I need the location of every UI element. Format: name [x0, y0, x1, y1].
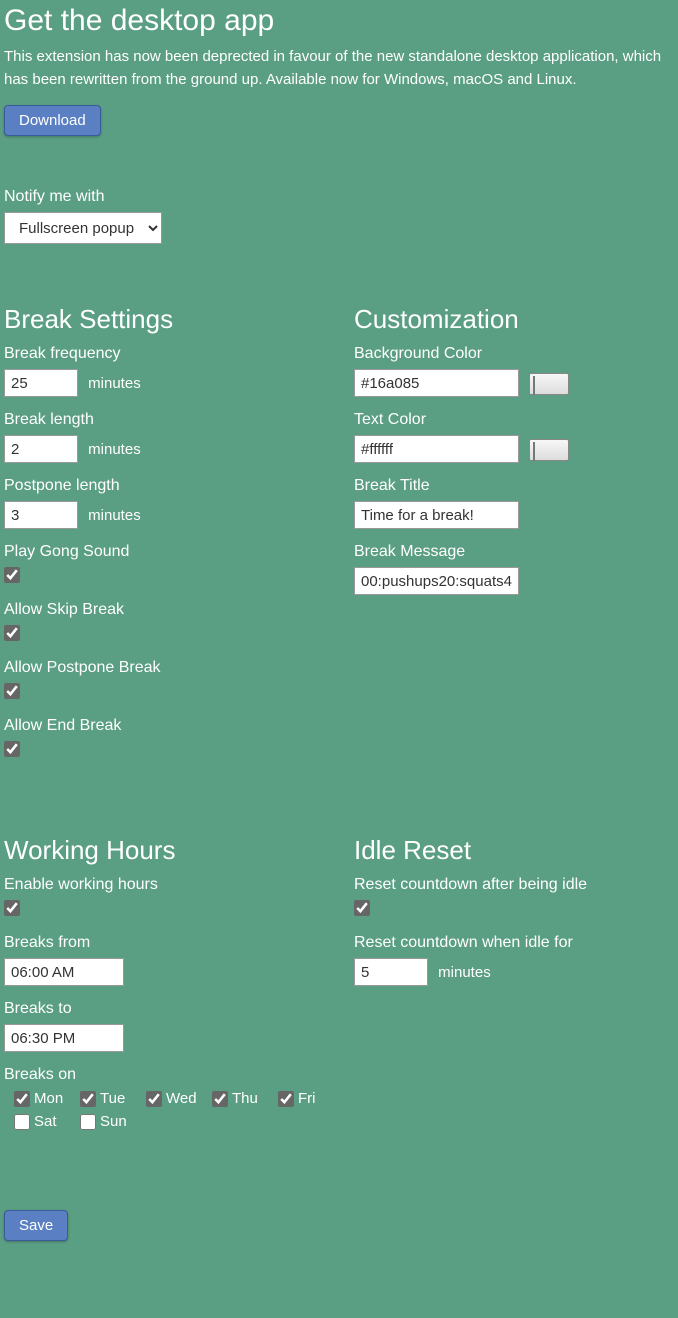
enable-working-hours-label: Enable working hours: [4, 876, 354, 894]
day-thu-checkbox[interactable]: [212, 1091, 228, 1107]
allow-end-label: Allow End Break: [4, 717, 354, 735]
breaks-to-input[interactable]: [4, 1024, 124, 1052]
notify-label: Notify me with: [4, 188, 674, 206]
break-length-input[interactable]: [4, 435, 78, 463]
allow-postpone-checkbox[interactable]: [4, 683, 20, 699]
break-frequency-label: Break frequency: [4, 345, 354, 363]
download-button[interactable]: Download: [4, 105, 101, 136]
break-frequency-input[interactable]: [4, 369, 78, 397]
day-fri-label: Fri: [298, 1090, 316, 1107]
break-message-input[interactable]: [354, 567, 519, 595]
allow-skip-label: Allow Skip Break: [4, 601, 354, 619]
postpone-length-label: Postpone length: [4, 477, 354, 495]
break-message-label: Break Message: [354, 543, 678, 561]
bg-color-label: Background Color: [354, 345, 678, 363]
customization-heading: Customization: [354, 304, 678, 335]
play-gong-label: Play Gong Sound: [4, 543, 354, 561]
break-title-input[interactable]: [354, 501, 519, 529]
day-mon-label: Mon: [34, 1090, 63, 1107]
idle-reset-heading: Idle Reset: [354, 835, 678, 866]
day-wed-checkbox[interactable]: [146, 1091, 162, 1107]
break-length-label: Break length: [4, 411, 354, 429]
postpone-length-unit: minutes: [88, 507, 141, 524]
allow-end-checkbox[interactable]: [4, 741, 20, 757]
working-hours-heading: Working Hours: [4, 835, 354, 866]
text-color-input[interactable]: [354, 435, 519, 463]
break-length-unit: minutes: [88, 441, 141, 458]
break-settings-heading: Break Settings: [4, 304, 354, 335]
play-gong-checkbox[interactable]: [4, 567, 20, 583]
enable-working-hours-checkbox[interactable]: [4, 900, 20, 916]
postpone-length-input[interactable]: [4, 501, 78, 529]
idle-enable-label: Reset countdown after being idle: [354, 876, 678, 894]
breaks-to-label: Breaks to: [4, 1000, 354, 1018]
idle-enable-checkbox[interactable]: [354, 900, 370, 916]
day-mon-checkbox[interactable]: [14, 1091, 30, 1107]
breaks-from-label: Breaks from: [4, 934, 354, 952]
allow-postpone-label: Allow Postpone Break: [4, 659, 354, 677]
break-title-label: Break Title: [354, 477, 678, 495]
allow-skip-checkbox[interactable]: [4, 625, 20, 641]
text-color-label: Text Color: [354, 411, 678, 429]
break-frequency-unit: minutes: [88, 375, 141, 392]
promo-desc: This extension has now been deprected in…: [4, 46, 674, 91]
day-sun-label: Sun: [100, 1113, 127, 1130]
text-color-swatch[interactable]: [529, 439, 569, 461]
breaks-on-label: Breaks on: [4, 1066, 354, 1084]
bg-color-swatch[interactable]: [529, 373, 569, 395]
idle-when-unit: minutes: [438, 964, 491, 981]
days-group: Mon Tue Wed Thu Fri Sat Sun: [4, 1090, 354, 1136]
day-fri-checkbox[interactable]: [278, 1091, 294, 1107]
bg-color-input[interactable]: [354, 369, 519, 397]
day-wed-label: Wed: [166, 1090, 197, 1107]
idle-when-label: Reset countdown when idle for: [354, 934, 678, 952]
day-tue-label: Tue: [100, 1090, 125, 1107]
promo-title: Get the desktop app: [4, 4, 674, 38]
day-sat-checkbox[interactable]: [14, 1114, 30, 1130]
day-sun-checkbox[interactable]: [80, 1114, 96, 1130]
save-button[interactable]: Save: [4, 1210, 68, 1241]
breaks-from-input[interactable]: [4, 958, 124, 986]
day-thu-label: Thu: [232, 1090, 258, 1107]
idle-when-input[interactable]: [354, 958, 428, 986]
day-sat-label: Sat: [34, 1113, 57, 1130]
notify-select[interactable]: Fullscreen popup: [4, 212, 162, 244]
day-tue-checkbox[interactable]: [80, 1091, 96, 1107]
